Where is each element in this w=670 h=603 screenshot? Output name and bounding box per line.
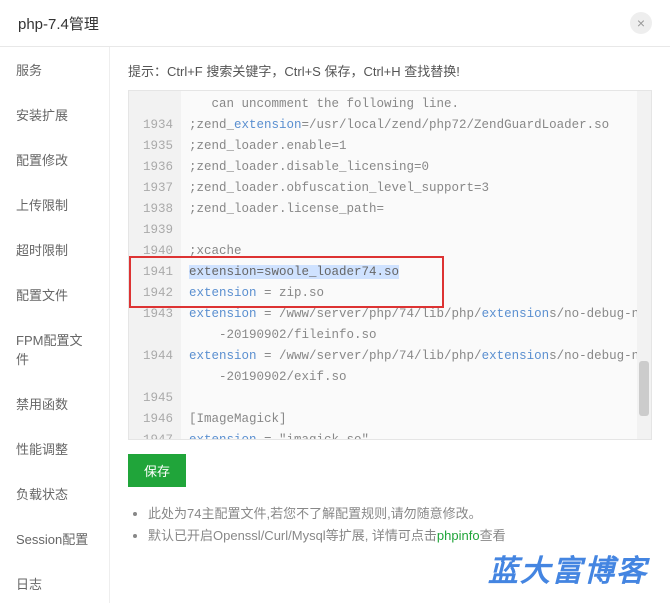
sidebar-item[interactable]: FPM配置文件: [0, 317, 109, 381]
sidebar-item[interactable]: 安装扩展: [0, 92, 109, 137]
sidebar-item[interactable]: 日志: [0, 561, 109, 603]
code-line[interactable]: extension = "imagick.so": [189, 430, 643, 439]
code-line[interactable]: ;zend_loader.license_path=: [189, 199, 643, 220]
editor-scrollbar[interactable]: [637, 91, 651, 439]
sidebar-item[interactable]: 性能调整: [0, 426, 109, 471]
code-line[interactable]: ;zend_extension=/usr/local/zend/php72/Ze…: [189, 115, 643, 136]
code-line[interactable]: extension = zip.so: [189, 283, 643, 304]
code-line[interactable]: -20190902/exif.so: [189, 367, 643, 388]
dialog-title: php-7.4管理: [18, 13, 99, 34]
code-line[interactable]: ;xcache: [189, 241, 643, 262]
code-line[interactable]: can uncomment the following line.: [189, 94, 643, 115]
code-line[interactable]: [189, 220, 643, 241]
notes-list: 此处为74主配置文件,若您不了解配置规则,请勿随意修改。 默认已开启Openss…: [128, 503, 652, 547]
editor-code[interactable]: can uncomment the following line.;zend_e…: [181, 91, 651, 439]
code-line[interactable]: ;zend_loader.obfuscation_level_support=3: [189, 178, 643, 199]
code-line[interactable]: [ImageMagick]: [189, 409, 643, 430]
scrollbar-thumb[interactable]: [639, 361, 649, 416]
dialog-body: 服务安装扩展配置修改上传限制超时限制配置文件FPM配置文件禁用函数性能调整负载状…: [0, 47, 670, 603]
sidebar-item[interactable]: 上传限制: [0, 182, 109, 227]
close-button[interactable]: ×: [630, 12, 652, 34]
save-button[interactable]: 保存: [128, 454, 186, 487]
editor-gutter: 1934193519361937193819391940194119421943…: [129, 91, 181, 439]
code-line[interactable]: ;zend_loader.enable=1: [189, 136, 643, 157]
code-line[interactable]: -20190902/fileinfo.so: [189, 325, 643, 346]
sidebar-item[interactable]: 超时限制: [0, 227, 109, 272]
code-line[interactable]: ;zend_loader.disable_licensing=0: [189, 157, 643, 178]
code-line[interactable]: extension=swoole_loader74.so: [189, 262, 643, 283]
code-line[interactable]: [189, 388, 643, 409]
sidebar-item[interactable]: Session配置: [0, 516, 109, 561]
code-editor[interactable]: 1934193519361937193819391940194119421943…: [128, 90, 652, 440]
sidebar-item[interactable]: 配置文件: [0, 272, 109, 317]
sidebar-item[interactable]: 负载状态: [0, 471, 109, 516]
sidebar-item[interactable]: 服务: [0, 47, 109, 92]
code-line[interactable]: extension = /www/server/php/74/lib/php/e…: [189, 304, 643, 325]
main-panel: 提示：Ctrl+F 搜索关键字，Ctrl+S 保存，Ctrl+H 查找替换! 1…: [110, 47, 670, 603]
sidebar-item[interactable]: 禁用函数: [0, 381, 109, 426]
note-item: 默认已开启Openssl/Curl/Mysql等扩展, 详情可点击phpinfo…: [148, 525, 652, 547]
note-item: 此处为74主配置文件,若您不了解配置规则,请勿随意修改。: [148, 503, 652, 525]
phpinfo-link[interactable]: phpinfo: [437, 528, 480, 543]
hint-text: 提示：Ctrl+F 搜索关键字，Ctrl+S 保存，Ctrl+H 查找替换!: [128, 61, 652, 80]
dialog-header: php-7.4管理 ×: [0, 0, 670, 47]
code-line[interactable]: extension = /www/server/php/74/lib/php/e…: [189, 346, 643, 367]
sidebar: 服务安装扩展配置修改上传限制超时限制配置文件FPM配置文件禁用函数性能调整负载状…: [0, 47, 110, 603]
sidebar-item[interactable]: 配置修改: [0, 137, 109, 182]
